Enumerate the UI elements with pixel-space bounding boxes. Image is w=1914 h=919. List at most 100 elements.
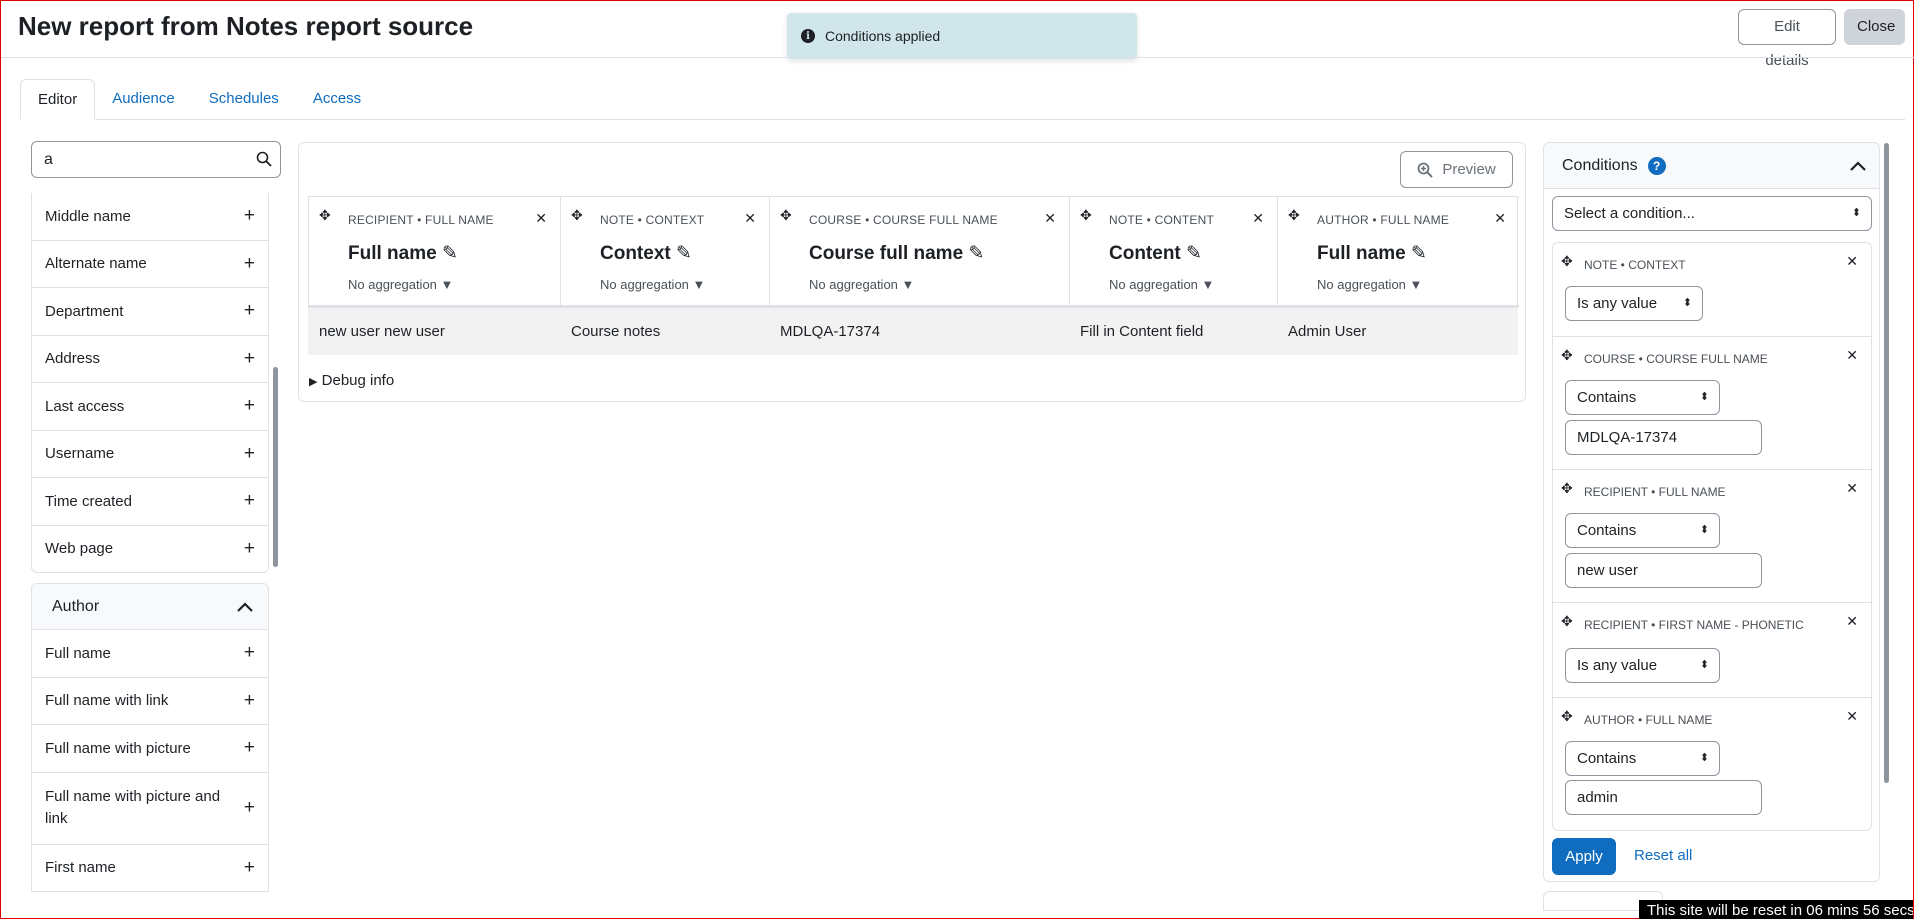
conditions-header[interactable]: Conditions? [1544,143,1879,189]
reset-all-link[interactable]: Reset all [1634,847,1692,864]
pencil-icon[interactable]: ✎ [1411,243,1427,264]
move-icon[interactable]: ✥ [1561,347,1573,364]
condition-item: ✥ RECIPIENT • FIRST NAME - PHONETIC ✕ Is… [1553,603,1871,698]
column-header: ✥ NOTE • CONTENT ✕ Content ✎ No aggregat… [1070,197,1278,307]
column-title[interactable]: Content ✎ [1109,242,1202,265]
close-icon[interactable]: ✕ [744,210,756,227]
move-icon[interactable]: ✥ [1561,480,1573,497]
page-scrollbar[interactable] [1884,143,1889,783]
list-item[interactable]: Address + [31,335,269,383]
operator-select[interactable]: Contains ⬍ [1565,513,1720,548]
debug-info-toggle[interactable]: ▶ Debug info [309,372,394,389]
plus-icon[interactable]: + [244,300,255,322]
pencil-icon[interactable]: ✎ [676,243,692,264]
move-icon[interactable]: ✥ [1288,207,1300,224]
operator-value: Is any value [1577,295,1658,312]
list-item[interactable]: Full name with link + [31,677,269,725]
chevron-up-icon[interactable] [236,601,254,613]
close-icon[interactable]: ✕ [1494,210,1506,227]
pencil-icon[interactable]: ✎ [968,243,984,264]
move-icon[interactable]: ✥ [780,207,792,224]
plus-icon[interactable]: + [244,690,255,712]
list-item[interactable]: Web page + [31,525,269,573]
pencil-icon[interactable]: ✎ [442,243,458,264]
aggregation-select[interactable]: No aggregation ▼ [1317,277,1422,292]
column-title-text: Content [1109,243,1181,264]
close-icon[interactable]: ✕ [535,210,547,227]
plus-icon[interactable]: + [244,253,255,275]
plus-icon[interactable]: + [244,642,255,664]
plus-icon[interactable]: + [244,443,255,465]
aggregation-select[interactable]: No aggregation ▼ [809,277,914,292]
column-title[interactable]: Course full name ✎ [809,242,984,265]
move-icon[interactable]: ✥ [1561,253,1573,270]
close-icon[interactable]: ✕ [1846,253,1858,270]
tab-schedules[interactable]: Schedules [192,79,296,120]
column-caption: NOTE • CONTENT [1109,213,1214,227]
close-icon[interactable]: ✕ [1846,708,1858,725]
operator-select[interactable]: Is any value ⬍ [1565,648,1720,683]
list-item[interactable]: Department + [31,288,269,336]
list-item[interactable]: First name + [31,844,269,892]
condition-caption: RECIPIENT • FULL NAME [1584,485,1726,499]
plus-icon[interactable]: + [244,737,255,759]
column-caption: COURSE • COURSE FULL NAME [809,213,998,227]
move-icon[interactable]: ✥ [319,207,331,224]
plus-icon[interactable]: + [244,348,255,370]
column-title[interactable]: Full name ✎ [348,242,458,265]
aggregation-select[interactable]: No aggregation ▼ [348,277,453,292]
preview-button[interactable]: Preview [1400,151,1513,188]
plus-icon[interactable]: + [244,490,255,512]
apply-button[interactable]: Apply [1552,838,1616,875]
add-condition-select[interactable]: Select a condition... ⬍ [1552,196,1872,231]
edit-details-button[interactable]: Edit details [1738,9,1836,69]
column-title[interactable]: Full name ✎ [1317,242,1427,265]
list-item[interactable]: Username + [31,430,269,478]
chevron-up-icon[interactable] [1849,160,1867,172]
list-item[interactable]: Full name + [31,630,269,678]
plus-icon[interactable]: + [244,538,255,560]
operator-select[interactable]: Contains ⬍ [1565,741,1720,776]
close-button[interactable]: Close [1844,9,1905,45]
plus-icon[interactable]: + [244,797,255,819]
table-cell: Fill in Content field [1080,323,1204,340]
condition-value-input[interactable]: MDLQA-17374 [1565,420,1762,455]
plus-icon[interactable]: + [244,857,255,879]
author-group-header[interactable]: Author [31,583,269,630]
operator-select[interactable]: Is any value ⬍ [1565,286,1703,321]
list-item[interactable]: Alternate name + [31,240,269,288]
condition-value-input[interactable]: admin [1565,780,1762,815]
column-title[interactable]: Context ✎ [600,242,692,265]
aggregation-select[interactable]: No aggregation ▼ [600,277,705,292]
list-item[interactable]: Full name with picture + [31,725,269,773]
close-icon[interactable]: ✕ [1252,210,1264,227]
operator-select[interactable]: Contains ⬍ [1565,380,1720,415]
list-item[interactable]: Last access + [31,383,269,431]
condition-value-input[interactable]: new user [1565,553,1762,588]
move-icon[interactable]: ✥ [571,207,583,224]
report-editor-panel: Preview ✥ RECIPIENT • FULL NAME ✕ Full n… [298,142,1526,402]
search-input[interactable]: a [31,141,281,178]
help-icon[interactable]: ? [1647,156,1666,175]
caret-down-icon: ▼ [1201,277,1215,292]
tab-access[interactable]: Access [296,79,378,120]
table-cell: new user new user [319,323,445,340]
tab-audience[interactable]: Audience [95,79,192,120]
close-icon[interactable]: ✕ [1846,613,1858,630]
list-item[interactable]: Time created + [31,478,269,526]
plus-icon[interactable]: + [244,205,255,227]
list-item[interactable]: Full name with picture and link + [31,772,269,845]
close-icon[interactable]: ✕ [1846,347,1858,364]
pencil-icon[interactable]: ✎ [1186,243,1202,264]
search-icon[interactable] [256,151,272,167]
sidebar-scrollbar[interactable] [273,367,278,567]
plus-icon[interactable]: + [244,395,255,417]
close-icon[interactable]: ✕ [1044,210,1056,227]
close-icon[interactable]: ✕ [1846,480,1858,497]
list-item[interactable]: Middle name + [31,193,269,241]
aggregation-select[interactable]: No aggregation ▼ [1109,277,1214,292]
move-icon[interactable]: ✥ [1561,613,1573,630]
move-icon[interactable]: ✥ [1080,207,1092,224]
move-icon[interactable]: ✥ [1561,708,1573,725]
tab-editor[interactable]: Editor [20,79,96,120]
